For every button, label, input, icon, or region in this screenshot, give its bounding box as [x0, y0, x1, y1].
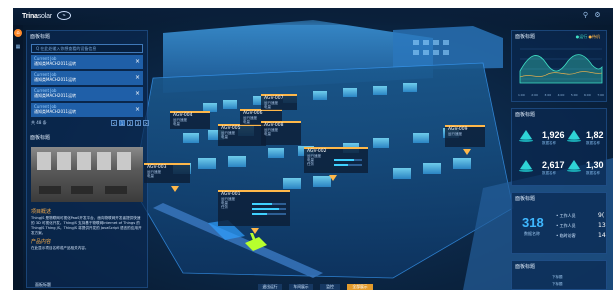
people-row: • 临时访客 [556, 233, 576, 238]
agv-card[interactable]: AGV-005 运行速度 电量 [218, 124, 266, 146]
agv-card[interactable]: AGV-008 运行速度 电量 [261, 121, 301, 145]
top-bar: Trinasolar Ts ⚲ ⚙ [13, 8, 613, 25]
pager-page[interactable]: 3 [135, 120, 141, 126]
notice-item[interactable]: Current Job 通知类MACH2011运转 × [31, 55, 143, 69]
pyramid-icon [568, 160, 580, 169]
office-photo [31, 147, 143, 202]
people-row-value: 14 [598, 232, 606, 239]
extra-subtitle: 下标题 [552, 275, 563, 279]
search-input[interactable]: Q 在此处输入你想查看的设备信息 [31, 44, 143, 53]
people-row: • 工作人员 [556, 223, 576, 228]
pager-total: 共 48 条 [31, 120, 47, 125]
tab-show-all[interactable]: 全部展示 [347, 284, 373, 290]
app-window: Trinasolar Ts ⚲ ⚙ ⌂ ▦ 面板标题 Q 在此处输入你想查看的设… [13, 8, 613, 290]
agv-location-pin [171, 186, 179, 192]
user-icon[interactable]: ⚲ [582, 12, 589, 19]
pager-prev[interactable]: < [111, 120, 117, 126]
agv-location-pin [463, 149, 471, 155]
settings-icon[interactable]: ⚙ [594, 12, 601, 19]
layers-icon[interactable]: ▦ [14, 43, 22, 51]
section-text: ThingJS 是物联网可视化PaaS开发平台，面向物联网开发者提供快速的 3D… [31, 216, 142, 235]
stat-label: 数据名称 [542, 171, 556, 175]
panel-title: 面板标题 [515, 264, 536, 270]
notice-item[interactable]: Current Job 通知类MACH2011运转 × [31, 103, 143, 117]
section-title: 项目概述 [31, 209, 52, 215]
close-icon[interactable]: × [135, 58, 140, 65]
chart-legend: ●运行 ●待机 [575, 34, 600, 39]
pyramid-icon [520, 130, 532, 139]
close-icon[interactable]: × [135, 90, 140, 97]
close-icon[interactable]: × [135, 74, 140, 81]
people-total-label: 数据名称 [524, 231, 540, 236]
footer-label: 面板标题 [35, 282, 51, 287]
stat-value: 2,617 [542, 160, 565, 170]
home-icon[interactable]: ⌂ [14, 29, 22, 37]
tab-exit-run[interactable]: 退出运行 [258, 284, 282, 290]
line-chart [519, 48, 603, 84]
people-row-value: 9( [598, 212, 605, 219]
agv-location-pin [329, 175, 337, 181]
stat-value: 1,926 [542, 130, 565, 140]
stat-value: 1,82 [586, 130, 604, 140]
panel-title: 面板标题 [515, 196, 536, 202]
chart-axis: 1:00 2:00 3:00 4:00 5:00 6:00 7:00 [518, 93, 604, 97]
agv-location-pin [251, 228, 259, 234]
agv-card[interactable]: AGV-003 运行速度 电量 [144, 163, 190, 183]
pager-next[interactable]: > [143, 120, 149, 126]
pyramid-icon [568, 130, 580, 139]
brand-badge: Ts [57, 11, 71, 20]
stats-panel: 面板标题 1,926 数据名称 1,82 数据名称 2,617 数据名称 1,3… [511, 108, 607, 186]
extra-panel: 面板标题 下标题 下标题 [511, 260, 607, 290]
left-panel-title: 面板标题 [30, 34, 51, 40]
notice-item[interactable]: Current Job 通知类MACH2011运转 × [31, 71, 143, 85]
agv-card[interactable]: AGV-001 运行速度 电量 任务 [218, 190, 290, 226]
side-rail: ⌂ ▦ [13, 25, 23, 290]
agv-card[interactable]: AGV-002 运行速度 电量 任务 [304, 147, 368, 173]
pagination: 共 48 条 < 1 2 3 > [31, 120, 149, 129]
panel-title: 面板标题 [515, 112, 536, 118]
agv-card[interactable]: AGV-009 运行速度 [445, 125, 485, 147]
close-icon[interactable]: × [135, 106, 140, 113]
section-title: 产品内容 [31, 239, 52, 245]
stat-value: 1,30 [586, 160, 604, 170]
people-total: 318 [522, 215, 544, 230]
pyramid-icon [520, 160, 532, 169]
agv-card[interactable]: AGV-004 运行速度 电量 [170, 111, 210, 129]
people-row-value: 13 [598, 222, 606, 229]
pager-page[interactable]: 2 [127, 120, 133, 126]
stat-label: 数据名称 [586, 171, 600, 175]
people-row: • 工作人员 [556, 213, 576, 218]
stat-label: 数据名称 [542, 141, 556, 145]
agv-card[interactable]: AGV-007 运行速度 电量 [261, 94, 297, 110]
pager-page[interactable]: 1 [119, 120, 125, 126]
tab-monitor[interactable]: 监控 [320, 284, 340, 290]
notice-item[interactable]: Current Job 通知类MACH2011运转 × [31, 87, 143, 101]
section-text: 在此显示项目名称或产品相关内容。 [31, 246, 89, 250]
left-panel: 面板标题 Q 在此处输入你想查看的设备信息 Current Job 通知类MAC… [26, 30, 149, 288]
stat-label: 数据名称 [586, 141, 600, 145]
brand-logo: Trinasolar [22, 13, 52, 20]
extra-subtitle: 下标题 [552, 282, 563, 286]
line-chart-panel: 面板标题 ●运行 ●待机 1:00 2:00 3:00 4:00 5:00 6:00 7:0… [511, 30, 607, 102]
panel2-title: 面板标题 [30, 135, 51, 141]
people-panel: 面板标题 318 数据名称 • 工作人员 9( • 工作人员 13 • 临时访客… [511, 192, 607, 254]
tab-workshop[interactable]: 车间展示 [289, 284, 313, 290]
